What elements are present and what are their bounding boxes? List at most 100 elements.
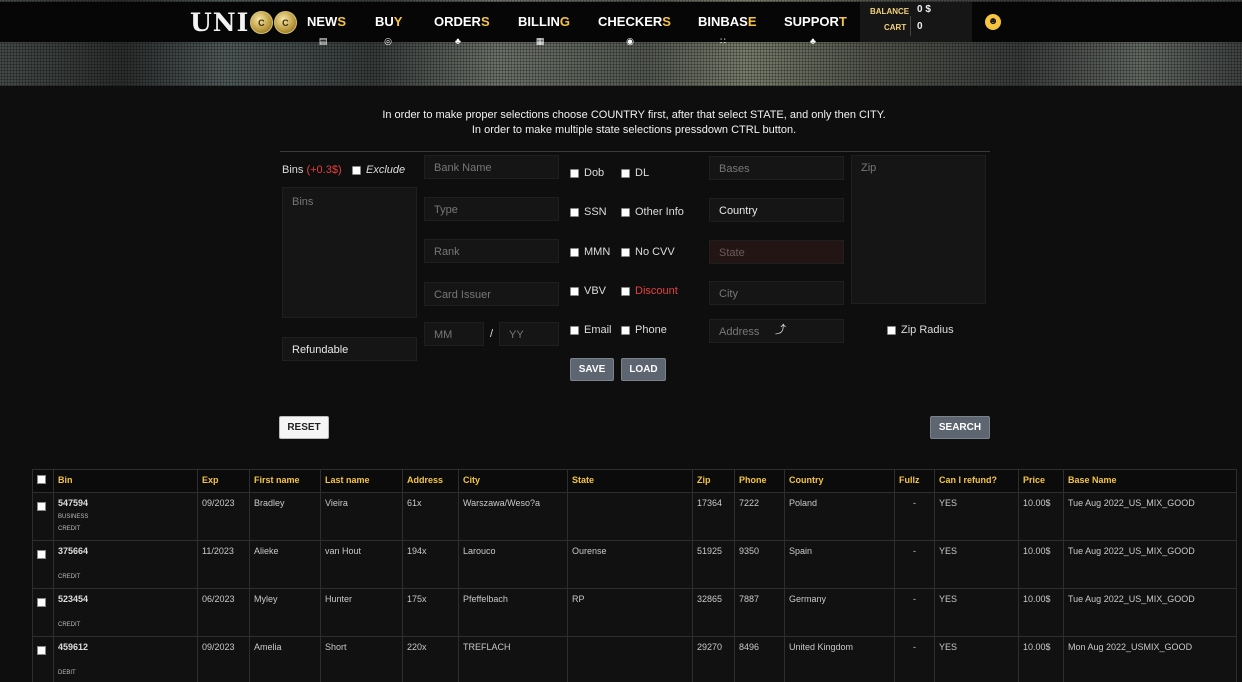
last-name-cell: Vieira [320, 492, 403, 541]
search-button[interactable]: SEARCH [930, 416, 990, 439]
column-header[interactable]: State [567, 469, 693, 493]
column-header[interactable]: Phone [734, 469, 785, 493]
refund-cell: YES [934, 492, 1019, 541]
first-name-cell: Myley [249, 588, 321, 637]
column-header[interactable]: Fullz [894, 469, 935, 493]
table-row[interactable]: 459612 DEBIT 09/2023 Amelia Short 220x T… [32, 636, 1237, 682]
ssn-label: SSN [584, 206, 607, 218]
exclude-checkbox[interactable] [352, 166, 361, 175]
phone-cell: 8496 [734, 636, 785, 682]
mmn-checkbox[interactable] [570, 248, 579, 257]
column-header[interactable]: Bin [53, 469, 198, 493]
dl-checkbox[interactable] [621, 169, 630, 178]
mouse-cursor-icon: ⤴ [775, 324, 786, 336]
discount-checkbox[interactable] [621, 287, 630, 296]
exp-cell: 11/2023 [197, 540, 250, 589]
results-table: Bin Exp First name Last name Address Cit… [32, 469, 1237, 682]
bin-number: 547594 [58, 498, 89, 508]
row-checkbox[interactable] [37, 550, 46, 559]
column-header[interactable]: Price [1018, 469, 1064, 493]
load-button[interactable]: LOAD [621, 358, 666, 381]
bins-textarea[interactable]: Bins [282, 187, 417, 318]
instructions: In order to make proper selections choos… [0, 108, 1242, 138]
address-cell: 61x [402, 492, 459, 541]
zip-radius-checkbox[interactable] [887, 326, 896, 335]
column-header[interactable]: Country [784, 469, 895, 493]
table-row[interactable]: 547594 BUSINESS CREDIT 09/2023 Bradley Vie… [32, 492, 1237, 541]
news-icon: ▤ [318, 36, 328, 46]
navbar: UNI C C NEWS BUY ORDERS BILLING CHECKERS… [0, 2, 1242, 42]
type-select[interactable]: Type [424, 197, 559, 221]
reset-button[interactable]: RESET [279, 416, 329, 439]
bin-level [58, 559, 193, 571]
refund-cell: YES [934, 540, 1019, 589]
rank-select[interactable]: Rank [424, 239, 559, 263]
other-info-checkbox[interactable] [621, 208, 630, 217]
nav-support[interactable]: SUPPORT [784, 14, 847, 29]
bin-number: 375664 [58, 546, 89, 556]
column-header[interactable]: Last name [320, 469, 403, 493]
base-name-cell: Mon Aug 2022_USMIX_GOOD [1063, 636, 1237, 682]
date-separator: / [490, 328, 494, 340]
dob-checkbox[interactable] [570, 169, 579, 178]
base-name-cell: Tue Aug 2022_US_MIX_GOOD [1063, 540, 1237, 589]
zip-textarea[interactable]: Zip [851, 155, 986, 304]
exp-cell: 09/2023 [197, 492, 250, 541]
user-profile-icon[interactable]: ☻ [985, 14, 1001, 30]
cart-value[interactable]: 0 [917, 21, 923, 32]
nav-news[interactable]: NEWS [307, 14, 346, 29]
bank-name-input[interactable]: Bank Name [424, 155, 559, 179]
city-select[interactable]: City [709, 281, 844, 305]
phone-checkbox[interactable] [621, 326, 630, 335]
ssn-checkbox[interactable] [570, 208, 579, 217]
row-checkbox[interactable] [37, 502, 46, 511]
column-header[interactable]: First name [249, 469, 321, 493]
column-header[interactable]: Base Name [1063, 469, 1237, 493]
select-all-checkbox[interactable] [37, 475, 46, 484]
country-select[interactable]: Country [709, 198, 844, 222]
price-cell: 10.00$ [1018, 492, 1064, 541]
column-header[interactable]: Address [402, 469, 459, 493]
nav-orders[interactable]: ORDERS [434, 14, 490, 29]
exp-month-input[interactable]: MM [424, 322, 484, 346]
refund-cell: YES [934, 588, 1019, 637]
bin-level: BUSINESS [58, 514, 89, 520]
email-label: Email [584, 324, 612, 336]
zip-cell: 51925 [692, 540, 735, 589]
select-all-cell [32, 469, 54, 493]
nav-buy[interactable]: BUY [375, 14, 402, 29]
column-header[interactable]: City [458, 469, 568, 493]
last-name-cell: van Hout [320, 540, 403, 589]
city-cell: TREFLACH [458, 636, 568, 682]
bases-select[interactable]: Bases [709, 156, 844, 180]
price-cell: 10.00$ [1018, 540, 1064, 589]
nav-billing[interactable]: BILLING [518, 14, 570, 29]
row-checkbox[interactable] [37, 646, 46, 655]
state-select[interactable]: State [709, 240, 844, 264]
column-header[interactable]: Zip [692, 469, 735, 493]
nav-checkers[interactable]: CHECKERS [598, 14, 671, 29]
refundable-select[interactable]: Refundable [282, 337, 417, 361]
nav-binbase[interactable]: BINBASE [698, 14, 757, 29]
column-header[interactable]: Exp [197, 469, 250, 493]
no-cvv-checkbox[interactable] [621, 248, 630, 257]
row-checkbox[interactable] [37, 598, 46, 607]
exp-year-input[interactable]: YY [499, 322, 559, 346]
column-header[interactable]: Can I refund? [934, 469, 1019, 493]
card-issuer-input[interactable]: Card Issuer [424, 282, 559, 306]
balance-value: 0 $ [917, 4, 931, 15]
fullz-cell: - [894, 588, 935, 637]
logo[interactable]: UNI C C [190, 8, 298, 37]
zip-cell: 17364 [692, 492, 735, 541]
city-cell: Pfeffelbach [458, 588, 568, 637]
support-users-icon: ♣ [810, 36, 816, 46]
refund-cell: YES [934, 636, 1019, 682]
email-checkbox[interactable] [570, 326, 579, 335]
table-row[interactable]: 375664 CREDIT 11/2023 Alieke van Hout 19… [32, 540, 1237, 589]
vbv-checkbox[interactable] [570, 287, 579, 296]
buy-icon: ◎ [384, 36, 392, 46]
address-cell: 175x [402, 588, 459, 637]
save-button[interactable]: SAVE [570, 358, 614, 381]
table-row[interactable]: 523454 CREDIT 06/2023 Myley Hunter 175x … [32, 588, 1237, 637]
exclude-label: Exclude [366, 164, 406, 176]
